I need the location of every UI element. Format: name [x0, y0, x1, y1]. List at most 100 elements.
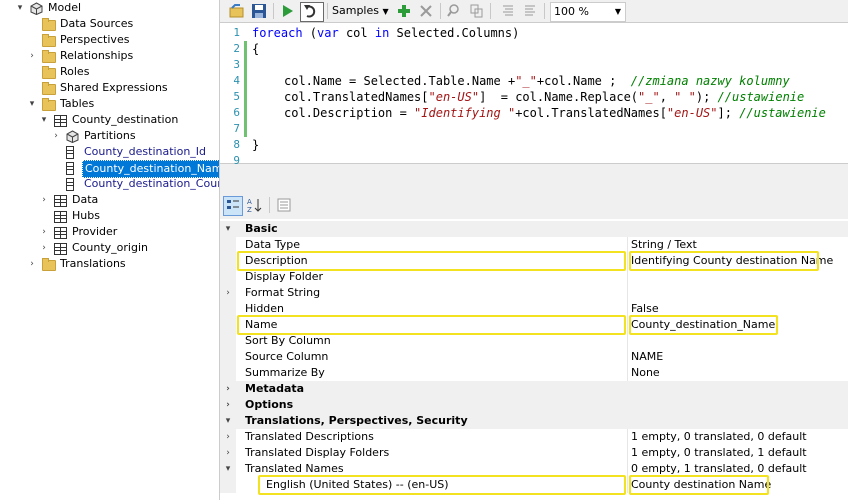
line-number: 8: [233, 138, 240, 151]
tree-item-provider[interactable]: › Provider: [0, 224, 214, 240]
categorized-button[interactable]: [223, 196, 243, 216]
property-row[interactable]: Display Folder: [220, 269, 848, 285]
save-button[interactable]: [250, 2, 268, 20]
chevron-down-icon[interactable]: ▾: [220, 413, 236, 429]
property-name: Metadata: [245, 382, 305, 395]
code-editor[interactable]: 1 2 3 4 5 6 7 8 9 foreach (var col in Selected.C…: [220, 22, 848, 167]
line-number: 7: [233, 122, 240, 135]
tree-item-county-destination-name[interactable]: County_destination_Name: [0, 160, 233, 178]
remove-button[interactable]: [418, 2, 434, 20]
property-row[interactable]: › Translated Display Folders 1 empty, 0 tr…: [220, 445, 848, 461]
chevron-right-icon[interactable]: ›: [38, 240, 50, 256]
tree-item-label: Shared Expressions: [60, 81, 168, 94]
tree-item-shared-expressions[interactable]: Shared Expressions: [0, 80, 214, 96]
zoom-dropdown[interactable]: 100 % ▼: [550, 2, 626, 22]
tree-item-county-destination-id[interactable]: County_destination_Id: [0, 144, 214, 160]
chevron-right-icon[interactable]: ›: [220, 429, 236, 445]
row-gutter: [220, 237, 236, 253]
property-category[interactable]: › Options: [220, 397, 848, 413]
line-number: 1: [233, 26, 240, 39]
tree-item-model[interactable]: ▾ Model: [0, 0, 214, 16]
chevron-down-icon[interactable]: ▾: [14, 0, 26, 16]
chevron-right-icon[interactable]: ›: [26, 256, 38, 272]
chevron-right-icon[interactable]: ›: [220, 285, 236, 301]
chevron-down-icon[interactable]: ▾: [38, 112, 50, 128]
find-button[interactable]: [446, 2, 462, 20]
svg-text:A: A: [247, 198, 252, 206]
property-category[interactable]: ▾ Basic: [220, 221, 848, 237]
tree-item-partitions[interactable]: › Partitions: [0, 128, 214, 144]
tree-item-relationships[interactable]: › Relationships: [0, 48, 214, 64]
property-category[interactable]: ▾ Translations, Perspectives, Security: [220, 413, 848, 429]
chevron-right-icon[interactable]: ›: [26, 48, 38, 64]
property-row[interactable]: Sort By Column: [220, 333, 848, 349]
play-icon: [283, 5, 293, 17]
line-number: 5: [233, 90, 240, 103]
open-file-icon: [229, 4, 244, 18]
chevron-right-icon[interactable]: ›: [38, 192, 50, 208]
property-category[interactable]: › Metadata: [220, 381, 848, 397]
uncomment-lines-icon: [525, 5, 535, 16]
property-row[interactable]: › Translated Descriptions 1 empty, 0 trans…: [220, 429, 848, 445]
property-value[interactable]: NAME: [631, 349, 663, 365]
tree-item-data[interactable]: › Data: [0, 192, 214, 208]
table-icon: [54, 227, 67, 239]
chevron-right-icon[interactable]: ›: [220, 445, 236, 461]
table-icon: [54, 195, 67, 207]
chevron-right-icon[interactable]: ›: [50, 128, 62, 144]
property-row[interactable]: › Format String: [220, 285, 848, 301]
chevron-down-icon[interactable]: ▾: [220, 461, 236, 477]
property-value[interactable]: 1 empty, 0 translated, 0 default: [631, 429, 807, 445]
property-value[interactable]: None: [631, 365, 660, 381]
highlight-box: [629, 315, 778, 335]
uncomment-button[interactable]: [522, 2, 538, 20]
tree-item-label: Model: [48, 1, 82, 14]
tree-item-label: Tables: [60, 97, 95, 110]
samples-dropdown[interactable]: Samples ▼: [332, 2, 392, 20]
row-gutter: [220, 333, 236, 349]
tree-item-county-destination-country[interactable]: County_destination_Country: [0, 176, 240, 192]
folder-icon: [42, 34, 56, 47]
folder-icon: [42, 82, 56, 95]
add-button[interactable]: [396, 2, 412, 20]
tree-item-label: Provider: [72, 225, 118, 238]
tree-item-tables[interactable]: ▾ Tables: [0, 96, 214, 112]
table-icon: [54, 243, 67, 255]
chevron-right-icon[interactable]: ›: [38, 224, 50, 240]
property-grid: ▾ Basic Data Type String / Text Description I…: [220, 219, 848, 500]
property-value[interactable]: 1 empty, 0 translated, 1 default: [631, 445, 807, 461]
property-name: Source Column: [245, 350, 329, 363]
alphabetical-button[interactable]: AZ: [245, 196, 263, 214]
tree-item-label: County_destination_Country: [84, 177, 240, 190]
property-row[interactable]: Summarize By None: [220, 365, 848, 381]
comment-button[interactable]: [500, 2, 516, 20]
open-file-button[interactable]: [228, 2, 246, 20]
chevron-down-icon[interactable]: ▾: [26, 96, 38, 112]
run-button[interactable]: [278, 2, 296, 20]
undo-button[interactable]: [300, 2, 324, 22]
code-line-5: col.TranslatedNames["en-US"] = col.Name.…: [284, 90, 805, 104]
property-name: Format String: [245, 286, 321, 299]
tree-item-translations[interactable]: › Translations: [0, 256, 214, 272]
property-row[interactable]: Source Column NAME: [220, 349, 848, 365]
tree-item-perspectives[interactable]: Perspectives: [0, 32, 214, 48]
tree-item-data-sources[interactable]: Data Sources: [0, 16, 214, 32]
tree-item-county-destination[interactable]: ▾ County_destination: [0, 112, 214, 128]
code-line-4: col.Name = Selected.Table.Name +"_"+col.…: [284, 74, 790, 88]
chevron-down-icon[interactable]: ▾: [220, 221, 236, 237]
chevron-right-icon[interactable]: ›: [220, 381, 236, 397]
property-name: Translations, Perspectives, Security: [245, 414, 468, 427]
property-name: Basic: [245, 222, 278, 235]
tree-item-label: County_origin: [72, 241, 148, 254]
chevron-right-icon[interactable]: ›: [220, 397, 236, 413]
tree-item-county-origin[interactable]: › County_origin: [0, 240, 214, 256]
tree-item-hubs[interactable]: Hubs: [0, 208, 214, 224]
replace-button[interactable]: [468, 2, 484, 20]
partitions-icon: [66, 130, 79, 144]
chevron-down-icon: ▼: [614, 7, 621, 16]
sort-alpha-icon: AZ: [247, 198, 262, 214]
property-pages-button[interactable]: [275, 196, 293, 214]
table-icon: [54, 115, 67, 127]
tree-item-roles[interactable]: Roles: [0, 64, 214, 80]
property-name: Summarize By: [245, 366, 325, 379]
